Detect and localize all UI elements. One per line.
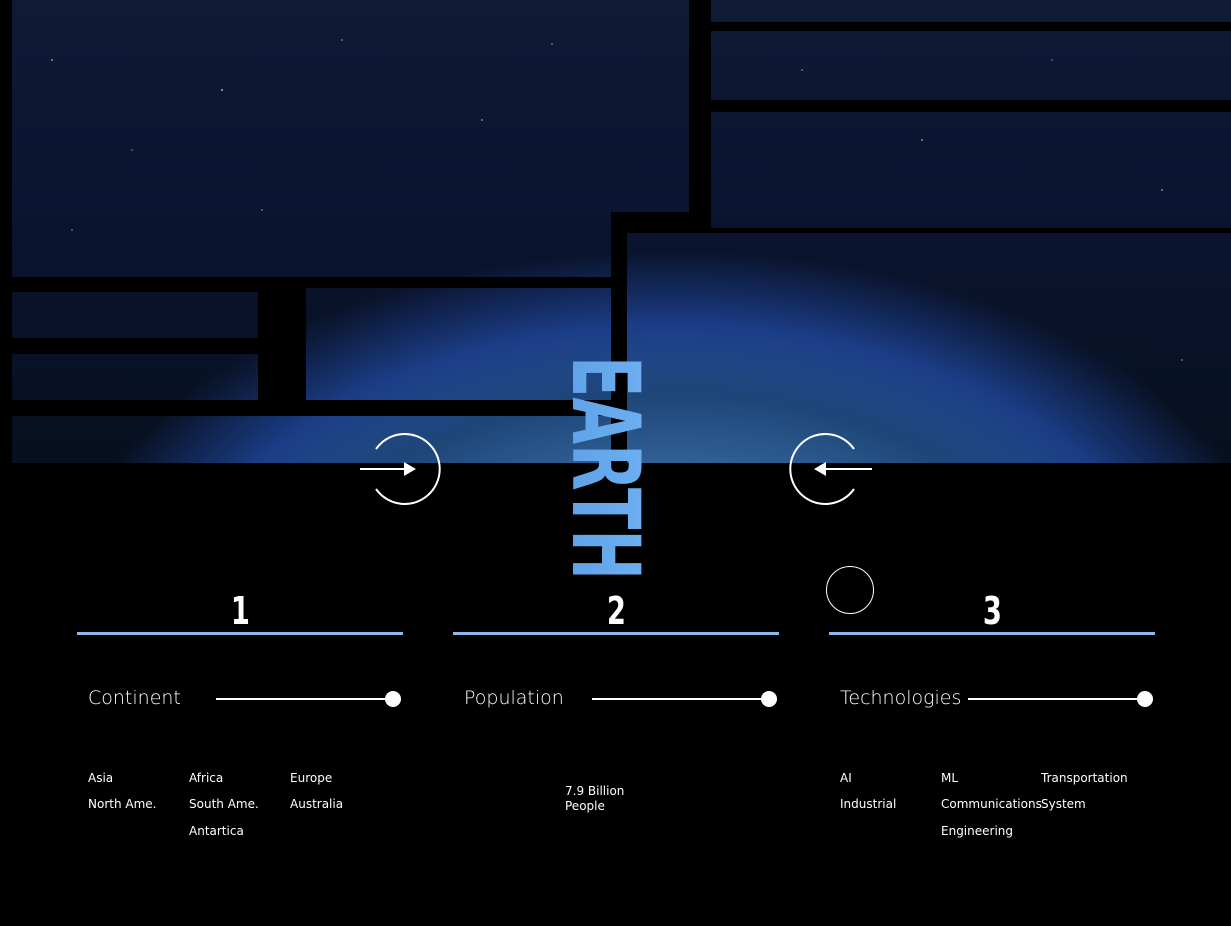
list-item: Asia [88, 771, 114, 785]
technologies-row: Technologies [840, 687, 1153, 711]
list-item: South Ame. [189, 797, 259, 811]
arrow-left-circle-icon [789, 433, 872, 505]
section-number: 3 [982, 589, 1002, 633]
population-value-line2: People [565, 799, 605, 813]
technologies-label: Technologies [840, 687, 962, 709]
earth-title: EARTH [550, 356, 661, 582]
frame-bar [258, 288, 306, 404]
continent-row: Continent [88, 687, 401, 711]
frame-bar [689, 0, 711, 230]
list-item: Africa [189, 771, 224, 785]
frame-bar [12, 277, 617, 288]
population-row: Population [464, 687, 777, 711]
slider-track [216, 698, 393, 700]
population-value: 7.9 Billion People [565, 784, 624, 814]
continent-column: 1 Continent Asia Africa Europe North Ame… [77, 580, 403, 838]
next-arrow-button[interactable] [358, 427, 442, 511]
population-label: Population [464, 687, 564, 709]
list-item: Europe [290, 771, 333, 785]
list-item: North Ame. [88, 797, 157, 811]
frame-bar [12, 400, 617, 416]
list-item: System [1041, 797, 1086, 811]
list-item: AI [840, 771, 852, 785]
frame-bar [622, 228, 1231, 233]
technologies-slider[interactable] [968, 687, 1153, 711]
slider-knob[interactable] [385, 691, 401, 707]
slider-track [968, 698, 1145, 700]
slider-knob[interactable] [761, 691, 777, 707]
list-item: Australia [290, 797, 344, 811]
frame-bar [711, 22, 1231, 31]
list-item: Transportation [1041, 771, 1128, 785]
prev-arrow-button[interactable] [788, 427, 872, 511]
population-value-line1: 7.9 Billion [565, 784, 625, 798]
list-item: Antartica [189, 824, 244, 838]
section-number: 2 [606, 589, 626, 633]
earth-title-text: EARTH [571, 356, 659, 580]
population-slider[interactable] [592, 687, 777, 711]
continent-label: Continent [88, 687, 181, 709]
technologies-column: 3 Technologies AI ML Transportation Indu… [829, 580, 1155, 838]
population-column: 2 Population 7.9 Billion People [453, 580, 779, 813]
continent-slider[interactable] [216, 687, 401, 711]
frame-bar [711, 100, 1231, 112]
section-number: 1 [230, 589, 250, 633]
slider-knob[interactable] [1137, 691, 1153, 707]
list-item: Engineering [941, 824, 1013, 838]
list-item: ML [941, 771, 959, 785]
arrow-right-circle-icon [360, 433, 441, 505]
list-item: Industrial [840, 797, 897, 811]
list-item: Communications [941, 797, 1042, 811]
frame-bar [12, 338, 258, 354]
slider-track [592, 698, 769, 700]
